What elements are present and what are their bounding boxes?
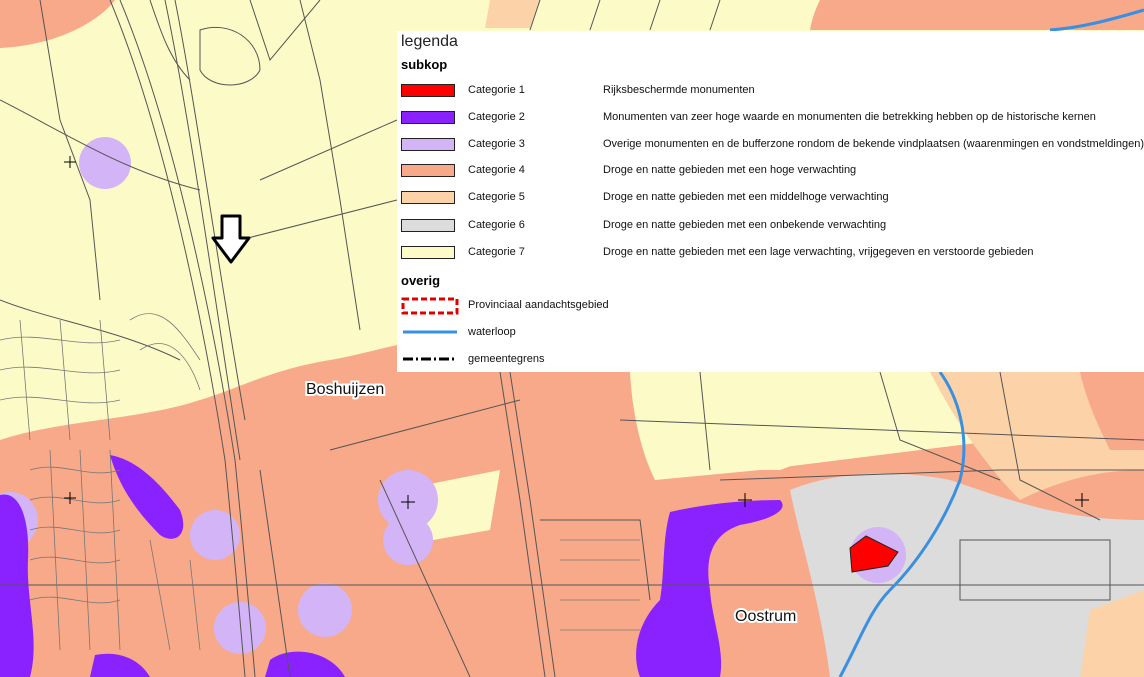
legend-swatch <box>401 84 455 97</box>
legend-row-categorie-4: Categorie 4 Droge en natte gebieden met … <box>397 162 1144 182</box>
legend-category-label: Categorie 1 <box>468 84 525 96</box>
legend-row-categorie-1: Categorie 1 Rijksbeschermde monumenten <box>397 82 1144 102</box>
legend-category-label: Categorie 2 <box>468 111 525 123</box>
legend-category-description: Droge en natte gebieden met een hoge ver… <box>603 164 857 176</box>
blue-line-icon <box>403 330 457 334</box>
legend-row-categorie-5: Categorie 5 Droge en natte gebieden met … <box>397 189 1144 209</box>
legend-category-label: Categorie 4 <box>468 164 525 176</box>
dash-dot-line-icon <box>403 357 457 361</box>
zone-categorie-4 <box>810 0 1144 30</box>
legend-swatch <box>401 246 455 259</box>
legend-subheading: subkop <box>401 57 448 72</box>
legend-row-waterloop: waterloop <box>397 324 1144 344</box>
legend-swatch <box>401 138 455 151</box>
legend-row-categorie-6: Categorie 6 Droge en natte gebieden met … <box>397 217 1144 237</box>
legend-row-provinciaal-aandachtsgebied: Provinciaal aandachtsgebied <box>397 297 1144 317</box>
zone-categorie-3 <box>383 515 433 565</box>
red-dashed-outline-icon <box>401 297 459 315</box>
legend-other-label: waterloop <box>468 326 516 338</box>
legend-category-label: Categorie 6 <box>468 219 525 231</box>
legend-swatch <box>401 219 455 232</box>
legend-category-description: Rijksbeschermde monumenten <box>603 84 755 96</box>
legend-row-categorie-7: Categorie 7 Droge en natte gebieden met … <box>397 244 1144 264</box>
place-label-oostrum: Oostrum <box>735 608 796 625</box>
zone-categorie-3 <box>214 602 266 654</box>
legend-category-label: Categorie 3 <box>468 138 525 150</box>
legend-other-heading: overig <box>401 273 441 288</box>
legend-other-label: gemeentegrens <box>468 353 545 365</box>
legend-row-categorie-3: Categorie 3 Overige monumenten en de buf… <box>397 136 1144 156</box>
legend-category-description: Monumenten van zeer hoge waarde en monum… <box>603 111 1096 123</box>
legend-swatch <box>401 111 455 124</box>
legend-swatch <box>401 191 455 204</box>
legend-category-label: Categorie 7 <box>468 246 525 258</box>
legend-category-description: Overige monumenten en de bufferzone rond… <box>603 138 1144 150</box>
legend-swatch <box>401 164 455 177</box>
legend-category-description: Droge en natte gebieden met een lage ver… <box>603 246 1034 258</box>
zone-categorie-7 <box>630 372 760 480</box>
legend-category-label: Categorie 5 <box>468 191 525 203</box>
legend-row-gemeentegrens: gemeentegrens <box>397 351 1144 371</box>
place-label-boshuijzen: Boshuijzen <box>306 381 384 398</box>
legend-category-description: Droge en natte gebieden met een onbekend… <box>603 219 887 231</box>
legend-other-label: Provinciaal aandachtsgebied <box>468 299 609 311</box>
legend-category-description: Droge en natte gebieden met een middelho… <box>603 191 889 203</box>
legend-row-categorie-2: Categorie 2 Monumenten van zeer hoge waa… <box>397 109 1144 129</box>
legend-title: legenda <box>401 33 458 50</box>
map-legend: legenda subkop Categorie 1 Rijksbescherm… <box>397 31 1144 372</box>
zone-categorie-3 <box>298 583 352 637</box>
